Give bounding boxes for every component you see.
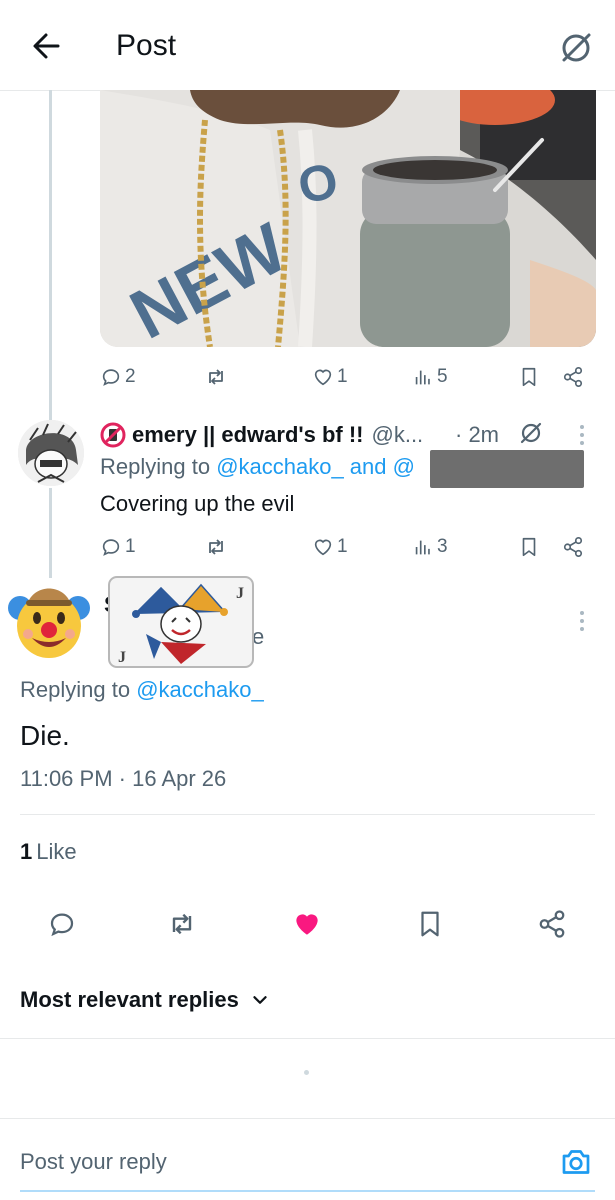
share-button[interactable] (528, 900, 576, 948)
reply-post-actions: 1 1 3 (100, 532, 595, 562)
reply-author-row[interactable]: emery || edward's bf !! @k... (100, 420, 423, 450)
manga-avatar-image (18, 420, 84, 486)
share-icon (563, 367, 583, 387)
thread-line (49, 488, 52, 578)
bookmark-icon (522, 537, 536, 557)
top-bar (0, 0, 615, 91)
clown-emoji-sticker[interactable] (6, 578, 92, 664)
post-timestamp[interactable]: 11:06 PM · 16 Apr 26 (20, 764, 226, 794)
views-icon (415, 540, 430, 555)
likes-summary[interactable]: 1 Like (20, 838, 77, 866)
more-button[interactable] (572, 420, 592, 450)
replying-to: Replying to @kacchako_ (20, 676, 264, 704)
grok-icon (562, 33, 591, 62)
like-action[interactable]: 1 (312, 362, 348, 392)
divider (20, 814, 595, 815)
replying-prefix: Replying to (20, 677, 137, 702)
clown-face-icon (8, 588, 90, 658)
post-text: Covering up the evil (100, 491, 295, 516)
repost-icon (209, 539, 223, 555)
heart-icon (314, 369, 332, 386)
reply-action[interactable]: 2 (100, 362, 136, 392)
svg-text:J: J (236, 585, 244, 602)
sort-label: Most relevant replies (20, 987, 239, 1012)
share-action[interactable] (562, 532, 584, 562)
replying-to: Replying to @kacchako_ and @ (100, 453, 415, 481)
likes-label: Like (36, 839, 77, 864)
post-media[interactable]: NEW O (100, 90, 596, 347)
share-action[interactable] (562, 362, 584, 392)
bookmark-action[interactable] (518, 532, 540, 562)
camera-button[interactable] (558, 1144, 594, 1180)
post-text: Die. (20, 720, 70, 751)
page-title: Post (116, 29, 177, 62)
bookmark-action[interactable] (518, 362, 540, 392)
share-icon (539, 910, 565, 938)
composer-underline (20, 1190, 595, 1192)
repost-action[interactable] (204, 532, 228, 562)
no-entry-emoji-icon (100, 422, 126, 448)
joker-card-icon: J J (108, 576, 254, 668)
like-count: 1 (337, 366, 348, 387)
mention-link[interactable]: @kacchako_ (136, 677, 264, 702)
repost-action[interactable] (204, 362, 228, 392)
like-action[interactable]: 1 (312, 532, 348, 562)
reply-action[interactable]: 1 (100, 532, 136, 562)
views-action[interactable]: 3 (412, 532, 448, 562)
main-post-actions (0, 900, 615, 948)
author-handle: @k... (371, 422, 424, 447)
heart-icon (314, 539, 332, 556)
like-count: 1 (337, 536, 348, 557)
thread-line (49, 90, 52, 420)
repost-icon (172, 913, 192, 935)
bookmark-button[interactable] (406, 900, 454, 948)
share-icon (563, 537, 583, 557)
reply-button[interactable] (38, 900, 86, 948)
camera-icon (562, 1150, 590, 1174)
redaction-box (430, 450, 584, 488)
repost-icon (209, 369, 223, 385)
author-name: emery || edward's bf !! (132, 422, 364, 447)
divider (0, 1118, 615, 1119)
divider (0, 1038, 615, 1039)
media-illustration: NEW O (100, 90, 596, 347)
comment-icon (50, 913, 74, 937)
replying-prefix: Replying to (100, 454, 217, 479)
arrow-left-icon (33, 33, 60, 59)
post-time: · 2m (455, 422, 499, 447)
view-count: 3 (437, 536, 448, 557)
avatar[interactable] (18, 420, 84, 486)
bookmark-icon (522, 367, 536, 387)
repost-button[interactable] (158, 900, 206, 948)
grok-button[interactable] (516, 418, 546, 448)
like-button[interactable] (283, 900, 331, 948)
mention-link[interactable]: @kacchako_ and @ (216, 454, 415, 479)
joker-card-sticker[interactable]: J J (106, 574, 256, 670)
reply-composer-input[interactable] (20, 1140, 540, 1184)
loading-indicator (304, 1070, 309, 1075)
heart-filled-icon (296, 914, 318, 935)
views-action[interactable]: 5 (412, 362, 448, 392)
back-button[interactable] (26, 26, 66, 66)
more-vertical-icon (580, 425, 584, 445)
reply-count: 2 (125, 366, 136, 387)
media-post-actions: 2 1 5 (100, 362, 595, 392)
view-count: 5 (437, 366, 448, 387)
comment-icon (102, 539, 120, 556)
comment-icon (102, 369, 120, 386)
svg-text:J: J (118, 649, 126, 666)
views-icon (415, 370, 430, 385)
bookmark-icon (421, 911, 439, 937)
replies-sort-dropdown[interactable]: Most relevant replies (20, 985, 271, 1015)
more-button[interactable] (572, 606, 592, 636)
grok-button[interactable] (554, 26, 598, 70)
more-vertical-icon (580, 611, 584, 631)
chevron-down-icon (253, 996, 267, 1004)
grok-icon (520, 422, 542, 444)
likes-count: 1 (20, 839, 33, 864)
reply-count: 1 (125, 536, 136, 557)
